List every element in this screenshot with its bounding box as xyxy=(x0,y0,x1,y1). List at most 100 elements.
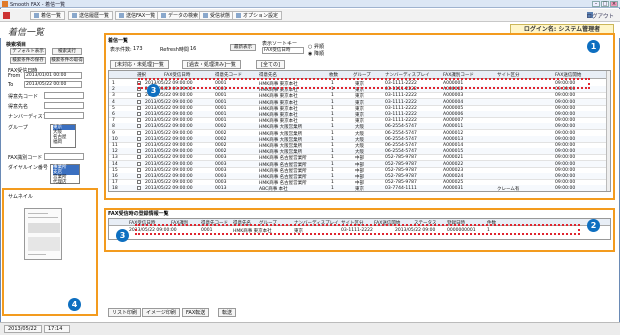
thumb-table xyxy=(28,223,60,233)
row-checkbox[interactable] xyxy=(137,174,141,178)
toolbar-button-incoming[interactable]: 着信一覧 xyxy=(30,11,66,20)
row-checkbox[interactable] xyxy=(137,136,141,141)
callout-badge: 4 xyxy=(68,298,81,311)
order-desc-label: 降順 xyxy=(313,51,324,57)
group-listbox[interactable]: 東京 大阪 名古屋 福岡 xyxy=(50,124,76,148)
count-value: 173 xyxy=(133,46,143,52)
row-checkbox[interactable] xyxy=(137,180,141,185)
detail-section-label: FAX受信時の登録情報一覧 xyxy=(108,211,169,217)
row-checkbox[interactable] xyxy=(137,167,141,172)
row-checkbox[interactable] xyxy=(137,149,141,154)
row-checkbox[interactable] xyxy=(137,155,141,160)
order-asc-radio[interactable]: ○ 昇順 xyxy=(308,43,324,50)
default-display-button[interactable]: デフォルト表示 xyxy=(10,48,46,55)
forward-button[interactable]: 転送 xyxy=(218,308,237,317)
refresh-label: Refresh時間 xyxy=(160,47,189,53)
toolbar-button-options[interactable]: オプション設定 xyxy=(232,11,283,20)
print-list-button[interactable]: リスト印刷 xyxy=(108,308,142,317)
to-date-field[interactable]: 2013/05/22 00:00 xyxy=(24,81,82,88)
incoming-section-label: 着信一覧 xyxy=(108,38,129,44)
cell-faxid: A000031 xyxy=(443,186,464,192)
search-run-button[interactable]: 検索実行 xyxy=(52,48,82,55)
group-item[interactable]: 福岡 xyxy=(53,140,75,145)
cell-name: ABC商事 本社 xyxy=(259,187,288,192)
row-checkbox[interactable] xyxy=(137,143,141,147)
logout-link[interactable]: ログアウト xyxy=(586,12,614,20)
toolbar-button-label: オプション設定 xyxy=(243,13,279,19)
refresh-button[interactable]: 最新表示 xyxy=(230,44,256,51)
window-title: Smooth FAX - 着信一覧 xyxy=(10,2,66,8)
row-checkbox[interactable] xyxy=(137,93,141,98)
table-scrollbar[interactable] xyxy=(606,71,610,191)
toolbar-button-status[interactable]: 受信状態 xyxy=(199,11,235,20)
cell-pages: 1 xyxy=(331,186,334,192)
history-icon xyxy=(72,13,77,18)
toolbar-button-label: 送信FAX一覧 xyxy=(126,13,156,19)
sort-key-label: 表示ソートキー xyxy=(262,41,298,47)
row-checkbox[interactable] xyxy=(137,161,141,166)
page-title: 着信一覧 xyxy=(8,28,45,38)
row-checkbox[interactable] xyxy=(137,130,141,135)
count-label: 表示件数: xyxy=(110,47,132,53)
toolbar: 着信一覧 送信履歴一覧 送信FAX一覧 データの検索 受信状態 オプション設定 … xyxy=(0,9,620,22)
cell-date: 2013/05/22 09:00:00 xyxy=(145,186,193,192)
sort-key-select[interactable]: FAX受信日時 xyxy=(262,47,304,54)
toolbar-button-label: 着信一覧 xyxy=(41,13,62,19)
fax-forward-button[interactable]: FAX転送 xyxy=(182,308,210,317)
fax-icon xyxy=(119,13,124,18)
row-checkbox[interactable] xyxy=(137,124,141,129)
status-time: 17:14 xyxy=(44,325,70,333)
from-date-field[interactable]: 2013/01/01 00:00 xyxy=(24,72,82,79)
fax-id-label: FAX識別コード xyxy=(8,155,43,161)
row-checkbox[interactable] xyxy=(137,105,141,110)
gear-icon xyxy=(236,13,241,18)
cell-start: 09:00:00 xyxy=(555,186,576,192)
status-icon xyxy=(203,13,208,18)
row-checkbox[interactable] xyxy=(137,118,141,123)
save-condition-button[interactable]: 検索条件の保存 xyxy=(10,57,46,64)
sender-name-input[interactable] xyxy=(44,102,84,109)
tab-processed[interactable]: [過去・処理済み]一覧 xyxy=(182,60,241,69)
sender-name-label: 得意先名 xyxy=(8,104,29,110)
app-icon xyxy=(2,1,8,7)
callout-badge: 2 xyxy=(587,219,600,232)
sender-code-input[interactable] xyxy=(44,92,84,99)
tab-all[interactable]: [全ての] xyxy=(256,60,285,69)
cell-group: 東京 xyxy=(355,187,364,192)
row-checkbox[interactable] xyxy=(137,112,141,116)
from-label: From xyxy=(8,73,21,79)
close-icon[interactable]: × xyxy=(610,1,618,7)
refresh-value: 16 xyxy=(190,46,197,52)
order-desc-radio[interactable]: ◉ 降順 xyxy=(308,50,324,57)
toolbar-button-label: 送信履歴一覧 xyxy=(79,13,110,19)
fax-id-input[interactable] xyxy=(44,153,84,160)
maximize-icon[interactable]: □ xyxy=(601,1,609,7)
dial-item[interactable]: 代理店 xyxy=(53,180,79,185)
table-row[interactable]: 18 2013/05/22 09:00:00 0013 ABC商事 本社 1 東京 03-7… xyxy=(109,185,609,192)
search-section-label: 検索項目 xyxy=(6,42,27,48)
thumb-table xyxy=(28,237,60,251)
fax-thumbnail-image[interactable] xyxy=(24,208,62,260)
home-icon[interactable] xyxy=(3,12,10,19)
toolbar-button-sent-history[interactable]: 送信履歴一覧 xyxy=(68,11,114,20)
toolbar-button-sent-fax[interactable]: 送信FAX一覧 xyxy=(115,11,160,20)
number-display-input[interactable] xyxy=(44,112,84,119)
status-date: 2013/05/22 xyxy=(4,325,42,333)
to-label: To xyxy=(8,82,14,88)
toolbar-button-label: データの検索 xyxy=(168,13,199,19)
cell-tel: 03-7744-1111 xyxy=(385,186,417,192)
detail-row-highlight xyxy=(135,224,580,235)
cell-site: クレーム有 xyxy=(497,187,520,192)
load-condition-button[interactable]: 検索条件の取得 xyxy=(50,57,84,64)
tab-unprocessed[interactable]: [未対応・未処理]一覧 xyxy=(110,60,169,69)
row-checkbox[interactable] xyxy=(137,99,141,104)
toolbar-button-search[interactable]: データの検索 xyxy=(157,11,203,20)
dial-in-listbox[interactable]: 事業所 支店 営業所 代理店 xyxy=(50,164,80,185)
minimize-icon[interactable]: – xyxy=(592,1,600,7)
print-image-button[interactable]: イメージ印刷 xyxy=(142,308,180,317)
toolbar-button-label: 受信状態 xyxy=(210,13,231,19)
row-checkbox[interactable] xyxy=(137,186,141,191)
sender-code-label: 得意先コード xyxy=(8,94,39,100)
status-bar: 2013/05/22 17:14 xyxy=(0,322,620,335)
row-number: 18 xyxy=(112,186,118,192)
